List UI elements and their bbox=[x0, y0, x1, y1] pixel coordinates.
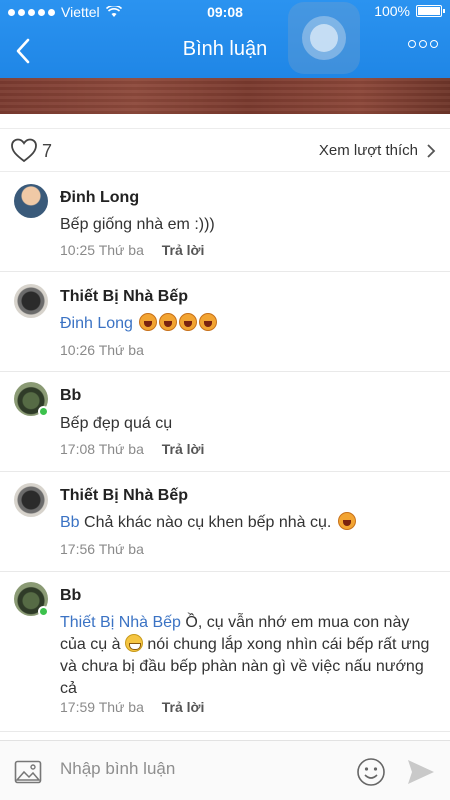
online-indicator bbox=[38, 606, 49, 617]
battery-percent: 100% bbox=[374, 3, 410, 19]
comment-time: 17:08 bbox=[60, 441, 96, 457]
status-bar: Viettel 09:08 100% bbox=[0, 0, 450, 26]
mention-link[interactable]: Bb bbox=[60, 514, 80, 531]
likes-count: 7 bbox=[42, 141, 53, 161]
mention-link[interactable]: Đinh Long bbox=[60, 315, 133, 332]
comment-author[interactable]: Bb bbox=[60, 387, 81, 405]
comment-time: 17:59 bbox=[60, 699, 96, 715]
grinning-emoji-icon bbox=[124, 634, 143, 652]
status-right: 100% bbox=[374, 3, 445, 19]
avatar[interactable] bbox=[14, 284, 48, 318]
comment-day: Thứ ba bbox=[98, 441, 144, 457]
comment-time: 17:56 bbox=[60, 541, 96, 557]
comment-body: Chả khác nào cụ khen bếp nhà cụ. bbox=[84, 514, 332, 531]
see-likes-link[interactable]: Xem lượt thích bbox=[319, 142, 418, 159]
comment-item: Thiết Bị Nhà Bếp Đinh Long 10:26 Thứ ba bbox=[0, 272, 450, 372]
emoji-icon[interactable] bbox=[356, 757, 386, 787]
comment-text: Bếp đẹp quá cụ bbox=[60, 413, 430, 435]
avatar[interactable] bbox=[14, 582, 49, 617]
comment-text: Thiết Bị Nhà Bếp Ồ, cụ vẫn nhớ em mua co… bbox=[60, 612, 430, 700]
avatar[interactable] bbox=[14, 483, 48, 517]
comment-meta: 17:56 Thứ ba bbox=[60, 541, 144, 557]
comment-author[interactable]: Thiết Bị Nhà Bếp bbox=[60, 487, 188, 505]
laughing-emoji-icon bbox=[199, 313, 218, 331]
comment-meta: 10:26 Thứ ba bbox=[60, 342, 144, 358]
header: Viettel 09:08 100% Bình luận bbox=[0, 0, 450, 78]
comment-input[interactable]: Nhập bình luận bbox=[60, 759, 175, 779]
comment-item: Bb Thiết Bị Nhà Bếp Ồ, cụ vẫn nhớ em mua… bbox=[0, 572, 450, 732]
laughing-emoji-icon bbox=[139, 313, 158, 331]
comment-time: 10:25 bbox=[60, 242, 96, 258]
avatar[interactable] bbox=[14, 382, 49, 417]
comment-item: Thiết Bị Nhà Bếp Bb Chả khác nào cụ khen… bbox=[0, 472, 450, 572]
online-indicator bbox=[38, 406, 49, 417]
comment-author[interactable]: Đinh Long bbox=[60, 189, 139, 207]
reply-button[interactable]: Trả lời bbox=[162, 699, 205, 715]
reply-button[interactable]: Trả lời bbox=[162, 242, 205, 258]
comment-item: Bb Bếp đẹp quá cụ 17:08 Thứ ba Trả lời bbox=[0, 372, 450, 472]
page-title: Bình luận bbox=[182, 38, 268, 60]
laughing-emoji-icon bbox=[179, 313, 198, 331]
send-icon[interactable] bbox=[406, 758, 436, 786]
comment-text: Bb Chả khác nào cụ khen bếp nhà cụ. bbox=[60, 512, 430, 534]
mention-link[interactable]: Thiết Bị Nhà Bếp bbox=[60, 614, 181, 631]
image-icon[interactable] bbox=[14, 760, 42, 784]
assistive-touch-button[interactable] bbox=[288, 2, 360, 74]
comment-author[interactable]: Thiết Bị Nhà Bếp bbox=[60, 288, 188, 306]
heart-icon[interactable] bbox=[10, 137, 38, 163]
comment-body: Bếp đẹp quá cụ bbox=[60, 415, 173, 432]
more-icon[interactable] bbox=[408, 40, 438, 48]
comment-text: Đinh Long bbox=[60, 313, 430, 335]
comment-day: Thứ ba bbox=[98, 342, 144, 358]
comments-screen: Viettel 09:08 100% Bình luận 7 Xem lượt … bbox=[0, 0, 450, 800]
laughing-emoji-icon bbox=[337, 512, 356, 530]
comment-meta: 17:59 Thứ ba Trả lời bbox=[60, 699, 204, 715]
reply-button[interactable]: Trả lời bbox=[162, 441, 205, 457]
battery-icon bbox=[416, 5, 445, 17]
chevron-right-icon[interactable] bbox=[426, 143, 436, 159]
comment-input-bar: Nhập bình luận bbox=[0, 740, 450, 800]
comment-day: Thứ ba bbox=[98, 699, 144, 715]
avatar[interactable] bbox=[14, 184, 48, 218]
comment-body: Bếp giống nhà em :))) bbox=[60, 216, 215, 233]
comment-time: 10:26 bbox=[60, 342, 96, 358]
comment-day: Thứ ba bbox=[98, 541, 144, 557]
comment-meta: 17:08 Thứ ba Trả lời bbox=[60, 441, 204, 457]
comment-meta: 10:25 Thứ ba Trả lời bbox=[60, 242, 204, 258]
comment-author[interactable]: Bb bbox=[60, 587, 81, 605]
post-photo[interactable] bbox=[0, 78, 450, 114]
comment-day: Thứ ba bbox=[98, 242, 144, 258]
nav-bar: Bình luận bbox=[0, 26, 450, 76]
comment-text: Bếp giống nhà em :))) bbox=[60, 214, 430, 236]
laughing-emoji-icon bbox=[159, 313, 178, 331]
likes-row: 7 Xem lượt thích bbox=[0, 128, 450, 172]
comment-item: Đinh Long Bếp giống nhà em :))) 10:25 Th… bbox=[0, 172, 450, 272]
